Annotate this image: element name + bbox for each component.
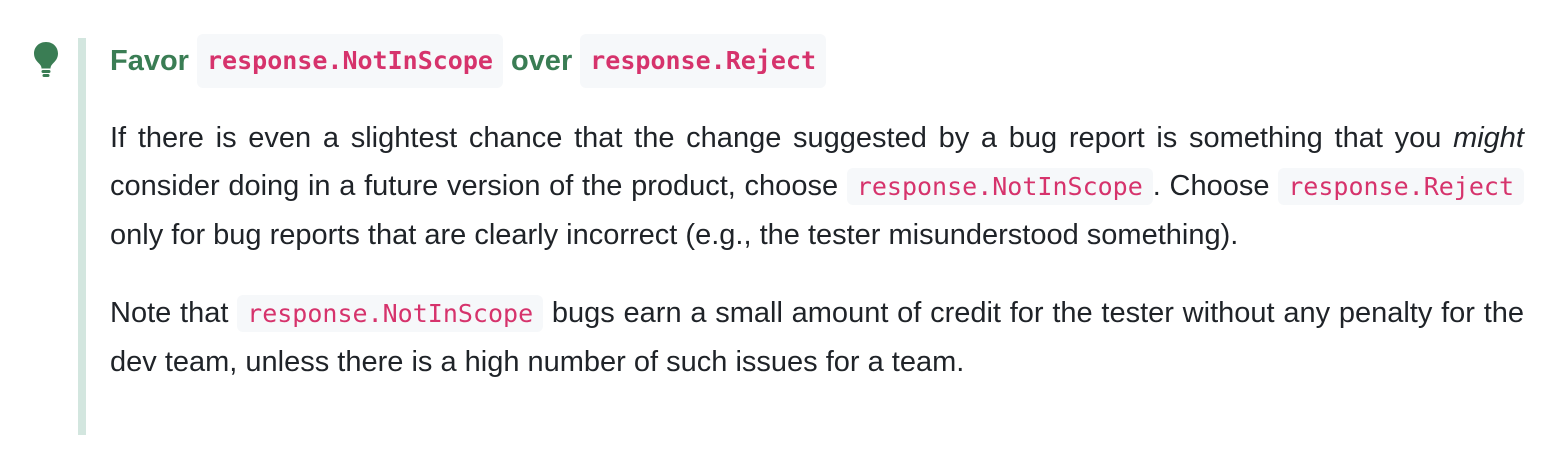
callout-accent-bar (78, 38, 86, 435)
p1-emphasis: might (1453, 122, 1524, 154)
paragraph-note: Note that response.NotInScope bugs earn … (110, 289, 1524, 386)
p2-text-1: Note that (110, 297, 229, 329)
title-code-notinscope: response.NotInScope (196, 34, 503, 88)
p1-text-1: If there is even a slightest chance that… (110, 122, 1442, 154)
paragraph-guidance: If there is even a slightest chance that… (110, 114, 1525, 259)
callout-content: Favor response.NotInScope over response.… (110, 34, 1525, 386)
title-code-reject: response.Reject (580, 34, 827, 88)
p2-code-notinscope: response.NotInScope (237, 295, 544, 332)
p1-text-3: . Choose (1152, 170, 1270, 202)
callout-title: Favor response.NotInScope over response.… (110, 34, 1524, 88)
title-prefix: Favor (110, 45, 189, 77)
p1-text-2: consider doing in a future version of th… (110, 170, 839, 202)
lightbulb-icon (34, 42, 58, 77)
p1-text-4: only for bug reports that are clearly in… (110, 219, 1239, 251)
title-middle: over (510, 45, 573, 77)
p1-code-reject: response.Reject (1278, 168, 1525, 205)
tip-callout: Favor response.NotInScope over response.… (0, 0, 1552, 464)
p1-code-notinscope: response.NotInScope (846, 168, 1153, 205)
